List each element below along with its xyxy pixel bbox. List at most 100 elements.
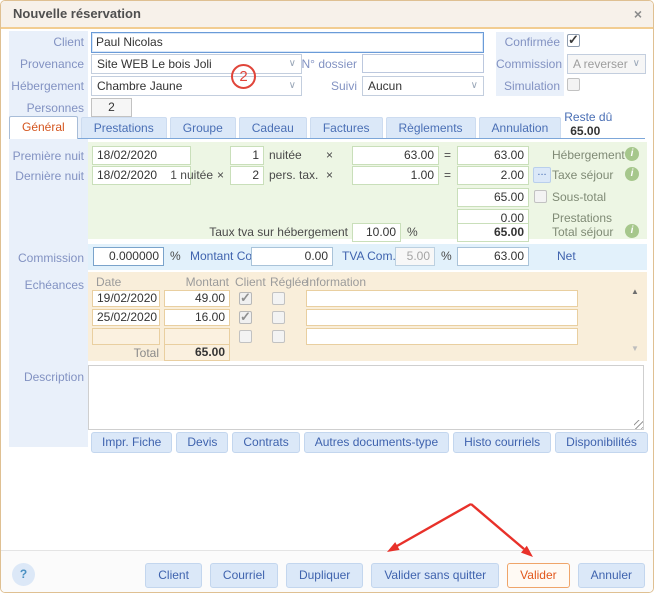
reste-du-value: 65.00: [570, 124, 600, 138]
chevron-down-icon: ∨: [471, 81, 478, 91]
taxe-more-button[interactable]: ...: [533, 167, 551, 183]
tab-cadeau[interactable]: Cadeau: [239, 117, 307, 138]
echeance-client-checkbox[interactable]: [239, 292, 252, 305]
pers-tax-count-input[interactable]: 2: [230, 166, 264, 185]
autres-documents-button[interactable]: Autres documents-type: [304, 432, 449, 453]
suivi-select[interactable]: Aucun ∨: [362, 76, 484, 96]
premiere-nuit-input[interactable]: 18/02/2020: [92, 146, 191, 165]
taxe-rate-input[interactable]: 1.00: [352, 166, 439, 185]
devis-button[interactable]: Devis: [176, 432, 228, 453]
tab-groupe[interactable]: Groupe: [170, 117, 236, 138]
description-textarea[interactable]: [88, 365, 644, 430]
help-button[interactable]: ?: [12, 563, 35, 586]
net-label: Net: [557, 249, 576, 263]
echeance-montant-input[interactable]: 16.00: [164, 309, 230, 326]
tab-prestations[interactable]: Prestations: [81, 117, 167, 138]
tab-factures[interactable]: Factures: [310, 117, 383, 138]
simulation-label: Simulation: [496, 76, 560, 96]
col-date: Date: [96, 275, 121, 289]
montant-com-input[interactable]: 0.00: [251, 247, 333, 266]
total-sejour-label: Total séjour: [552, 225, 613, 239]
sous-total-label: Sous-total: [552, 190, 606, 204]
taxe-prefix-label: 1 nuitée: [121, 168, 213, 182]
confirmee-checkbox[interactable]: [567, 34, 580, 47]
times-sign: ×: [217, 168, 224, 182]
simulation-checkbox[interactable]: [567, 78, 580, 91]
echeances-total-value: 65.00: [164, 344, 230, 361]
tab-general[interactable]: Général: [9, 116, 78, 139]
tva-hebergement-label: Taux tva sur hébergement: [181, 225, 348, 239]
echeance-information-input[interactable]: [306, 328, 578, 345]
histo-courriels-button[interactable]: Histo courriels: [453, 432, 551, 453]
document-buttons: Impr. Fiche Devis Contrats Autres docume…: [91, 432, 648, 453]
percent-sign: %: [407, 225, 418, 239]
commission-rate-input[interactable]: 0.000000: [93, 247, 164, 266]
dupliquer-button[interactable]: Dupliquer: [286, 563, 363, 588]
info-icon[interactable]: i: [625, 167, 639, 181]
echeance-reglee-checkbox[interactable]: [272, 311, 285, 324]
chevron-down-icon: ∨: [633, 59, 640, 69]
net-input[interactable]: 63.00: [457, 247, 529, 266]
hebergement-total-input[interactable]: 63.00: [457, 146, 529, 165]
impr-fiche-button[interactable]: Impr. Fiche: [91, 432, 172, 453]
tab-annulation[interactable]: Annulation: [479, 117, 562, 138]
taxe-total-input[interactable]: 2.00: [457, 166, 529, 185]
disponibilites-button[interactable]: Disponibilités: [555, 432, 648, 453]
commission-toplabel: Commission: [496, 54, 560, 74]
scroll-down-icon[interactable]: ▼: [631, 344, 639, 353]
echeances-total-label: Total: [109, 346, 159, 360]
sous-total-checkbox[interactable]: [534, 190, 547, 203]
echeances-label: Echéances: [9, 275, 84, 295]
dialog-title: Nouvelle réservation: [13, 1, 141, 27]
sous-total-input[interactable]: 65.00: [457, 188, 529, 207]
tab-strip: Général Prestations Groupe Cadeau Factur…: [9, 113, 645, 139]
footer-buttons: Client Courriel Dupliquer Valider sans q…: [145, 563, 645, 588]
annuler-button[interactable]: Annuler: [578, 563, 645, 588]
times-sign: ×: [326, 168, 333, 182]
hebergement-label: Hébergement: [9, 76, 84, 96]
percent-sign: %: [441, 249, 452, 263]
scroll-up-icon[interactable]: ▲: [631, 287, 639, 296]
commission-label: Commission: [9, 248, 84, 268]
hebergement-row-label: Hébergement: [552, 148, 625, 162]
info-icon[interactable]: i: [625, 147, 639, 161]
dossier-label: N° dossier: [297, 54, 357, 74]
tva-com-input[interactable]: 5.00: [395, 247, 435, 266]
resize-handle-icon[interactable]: [634, 420, 643, 429]
echeance-date-input[interactable]: [92, 328, 160, 345]
hebergement-select[interactable]: Chambre Jaune ∨: [91, 76, 302, 96]
equals-sign: =: [444, 148, 451, 162]
echeance-date-input[interactable]: 19/02/2020: [92, 290, 160, 307]
times-sign: ×: [326, 148, 333, 162]
echeance-client-checkbox[interactable]: [239, 330, 252, 343]
annotation-step-badge: 2: [231, 64, 256, 89]
close-icon[interactable]: ×: [634, 6, 642, 22]
valider-button[interactable]: Valider: [507, 563, 569, 588]
provenance-select[interactable]: Site WEB Le bois Joli ∨: [91, 54, 302, 74]
echeance-client-checkbox[interactable]: [239, 311, 252, 324]
courriel-button[interactable]: Courriel: [210, 563, 278, 588]
echeance-montant-input[interactable]: [164, 328, 230, 345]
client-input[interactable]: Paul Nicolas: [91, 32, 484, 53]
contrats-button[interactable]: Contrats: [232, 432, 299, 453]
echeance-information-input[interactable]: [306, 309, 578, 326]
echeance-montant-input[interactable]: 49.00: [164, 290, 230, 307]
valider-sans-quitter-button[interactable]: Valider sans quitter: [371, 563, 499, 588]
echeance-date-input[interactable]: 25/02/2020: [92, 309, 160, 326]
echeance-information-input[interactable]: [306, 290, 578, 307]
commission-select[interactable]: A reverser ∨: [567, 54, 646, 74]
echeance-reglee-checkbox[interactable]: [272, 292, 285, 305]
dossier-input[interactable]: [362, 54, 484, 73]
total-sejour-input[interactable]: 65.00: [457, 223, 529, 242]
pers-tax-unit-label: pers. tax.: [269, 168, 318, 182]
col-information: Information: [306, 275, 366, 289]
suivi-label: Suivi: [297, 76, 357, 96]
reste-du-label: Reste dû: [564, 110, 612, 124]
info-icon[interactable]: i: [625, 224, 639, 238]
tab-reglements[interactable]: Règlements: [386, 117, 476, 138]
echeance-reglee-checkbox[interactable]: [272, 330, 285, 343]
nuits-count-input[interactable]: 1: [230, 146, 264, 165]
prix-nuit-input[interactable]: 63.00: [352, 146, 439, 165]
tva-rate-input[interactable]: 10.00: [352, 223, 401, 242]
client-button[interactable]: Client: [145, 563, 202, 588]
